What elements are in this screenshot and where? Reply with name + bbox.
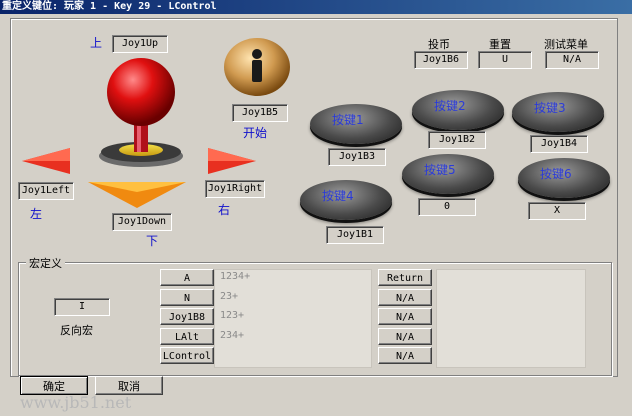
- button-3-field[interactable]: Joy1B4: [530, 135, 588, 153]
- button-6-field[interactable]: X: [528, 202, 586, 220]
- button-4-label: 按键4: [322, 189, 354, 203]
- arrow-left-icon[interactable]: [20, 146, 72, 176]
- macro-key-3[interactable]: Joy1B8: [160, 308, 214, 325]
- macro-key-1[interactable]: A: [160, 269, 214, 286]
- macro-group-title: 宏定义: [26, 255, 65, 271]
- button-2[interactable]: 按键2: [412, 90, 504, 130]
- left-label: 左: [30, 207, 43, 221]
- macro-key-5[interactable]: LControl: [160, 347, 214, 364]
- macro-seq-1: 1234+: [220, 271, 251, 282]
- button-1-label: 按键1: [332, 113, 364, 127]
- reverse-macro-field[interactable]: I: [54, 298, 110, 316]
- arrow-down-icon[interactable]: [86, 180, 188, 210]
- macro-right-key-5[interactable]: N/A: [378, 347, 432, 364]
- right-field[interactable]: Joy1Right: [205, 180, 265, 198]
- joystick-graphic: [99, 58, 183, 167]
- macro-key-2[interactable]: N: [160, 289, 214, 306]
- button-1-field[interactable]: Joy1B3: [328, 148, 386, 166]
- reset-label: 重置: [489, 38, 511, 51]
- button-6-label: 按键6: [540, 167, 572, 181]
- start-button-icon[interactable]: [222, 36, 292, 98]
- reverse-macro-label: 反向宏: [60, 324, 93, 337]
- coin-label: 投币: [428, 38, 450, 51]
- macro-seq-3: 123+: [220, 310, 245, 321]
- button-3[interactable]: 按键3: [512, 92, 604, 132]
- arrow-right-icon[interactable]: [206, 146, 258, 176]
- button-6[interactable]: 按键6: [518, 158, 610, 198]
- button-2-field[interactable]: Joy1B2: [428, 131, 486, 149]
- button-1[interactable]: 按键1: [310, 104, 402, 144]
- button-2-label: 按键2: [434, 99, 466, 113]
- coin-field[interactable]: Joy1B6: [414, 51, 468, 69]
- button-4-field[interactable]: Joy1B1: [326, 226, 384, 244]
- macro-key-4[interactable]: LAlt: [160, 328, 214, 345]
- macro-seq-2: 23+: [220, 291, 239, 302]
- right-label: 右: [218, 203, 231, 217]
- window-title: 重定义键位: 玩家 1 - Key 29 - LControl: [0, 0, 632, 14]
- up-field[interactable]: Joy1Up: [112, 35, 168, 53]
- down-label: 下: [146, 234, 159, 248]
- test-menu-field[interactable]: N/A: [545, 51, 599, 69]
- button-5-field[interactable]: 0: [418, 198, 476, 216]
- macro-right-key-4[interactable]: N/A: [378, 328, 432, 345]
- down-field[interactable]: Joy1Down: [112, 213, 172, 231]
- start-label: 开始: [243, 126, 268, 140]
- macro-right-key-1[interactable]: Return: [378, 269, 432, 286]
- up-label: 上: [90, 36, 103, 50]
- macro-right-area[interactable]: [436, 269, 586, 368]
- left-field[interactable]: Joy1Left: [18, 182, 74, 200]
- macro-right-key-3[interactable]: N/A: [378, 308, 432, 325]
- test-menu-label: 测试菜单: [544, 38, 588, 51]
- reset-field[interactable]: U: [478, 51, 532, 69]
- button-5[interactable]: 按键5: [402, 154, 494, 194]
- button-3-label: 按键3: [534, 101, 566, 115]
- macro-right-key-2[interactable]: N/A: [378, 289, 432, 306]
- macro-seq-4: 234+: [220, 330, 245, 341]
- start-field[interactable]: Joy1B5: [232, 104, 288, 122]
- button-4[interactable]: 按键4: [300, 180, 392, 220]
- watermark: www.jb51.net: [20, 393, 132, 412]
- button-5-label: 按键5: [424, 163, 456, 177]
